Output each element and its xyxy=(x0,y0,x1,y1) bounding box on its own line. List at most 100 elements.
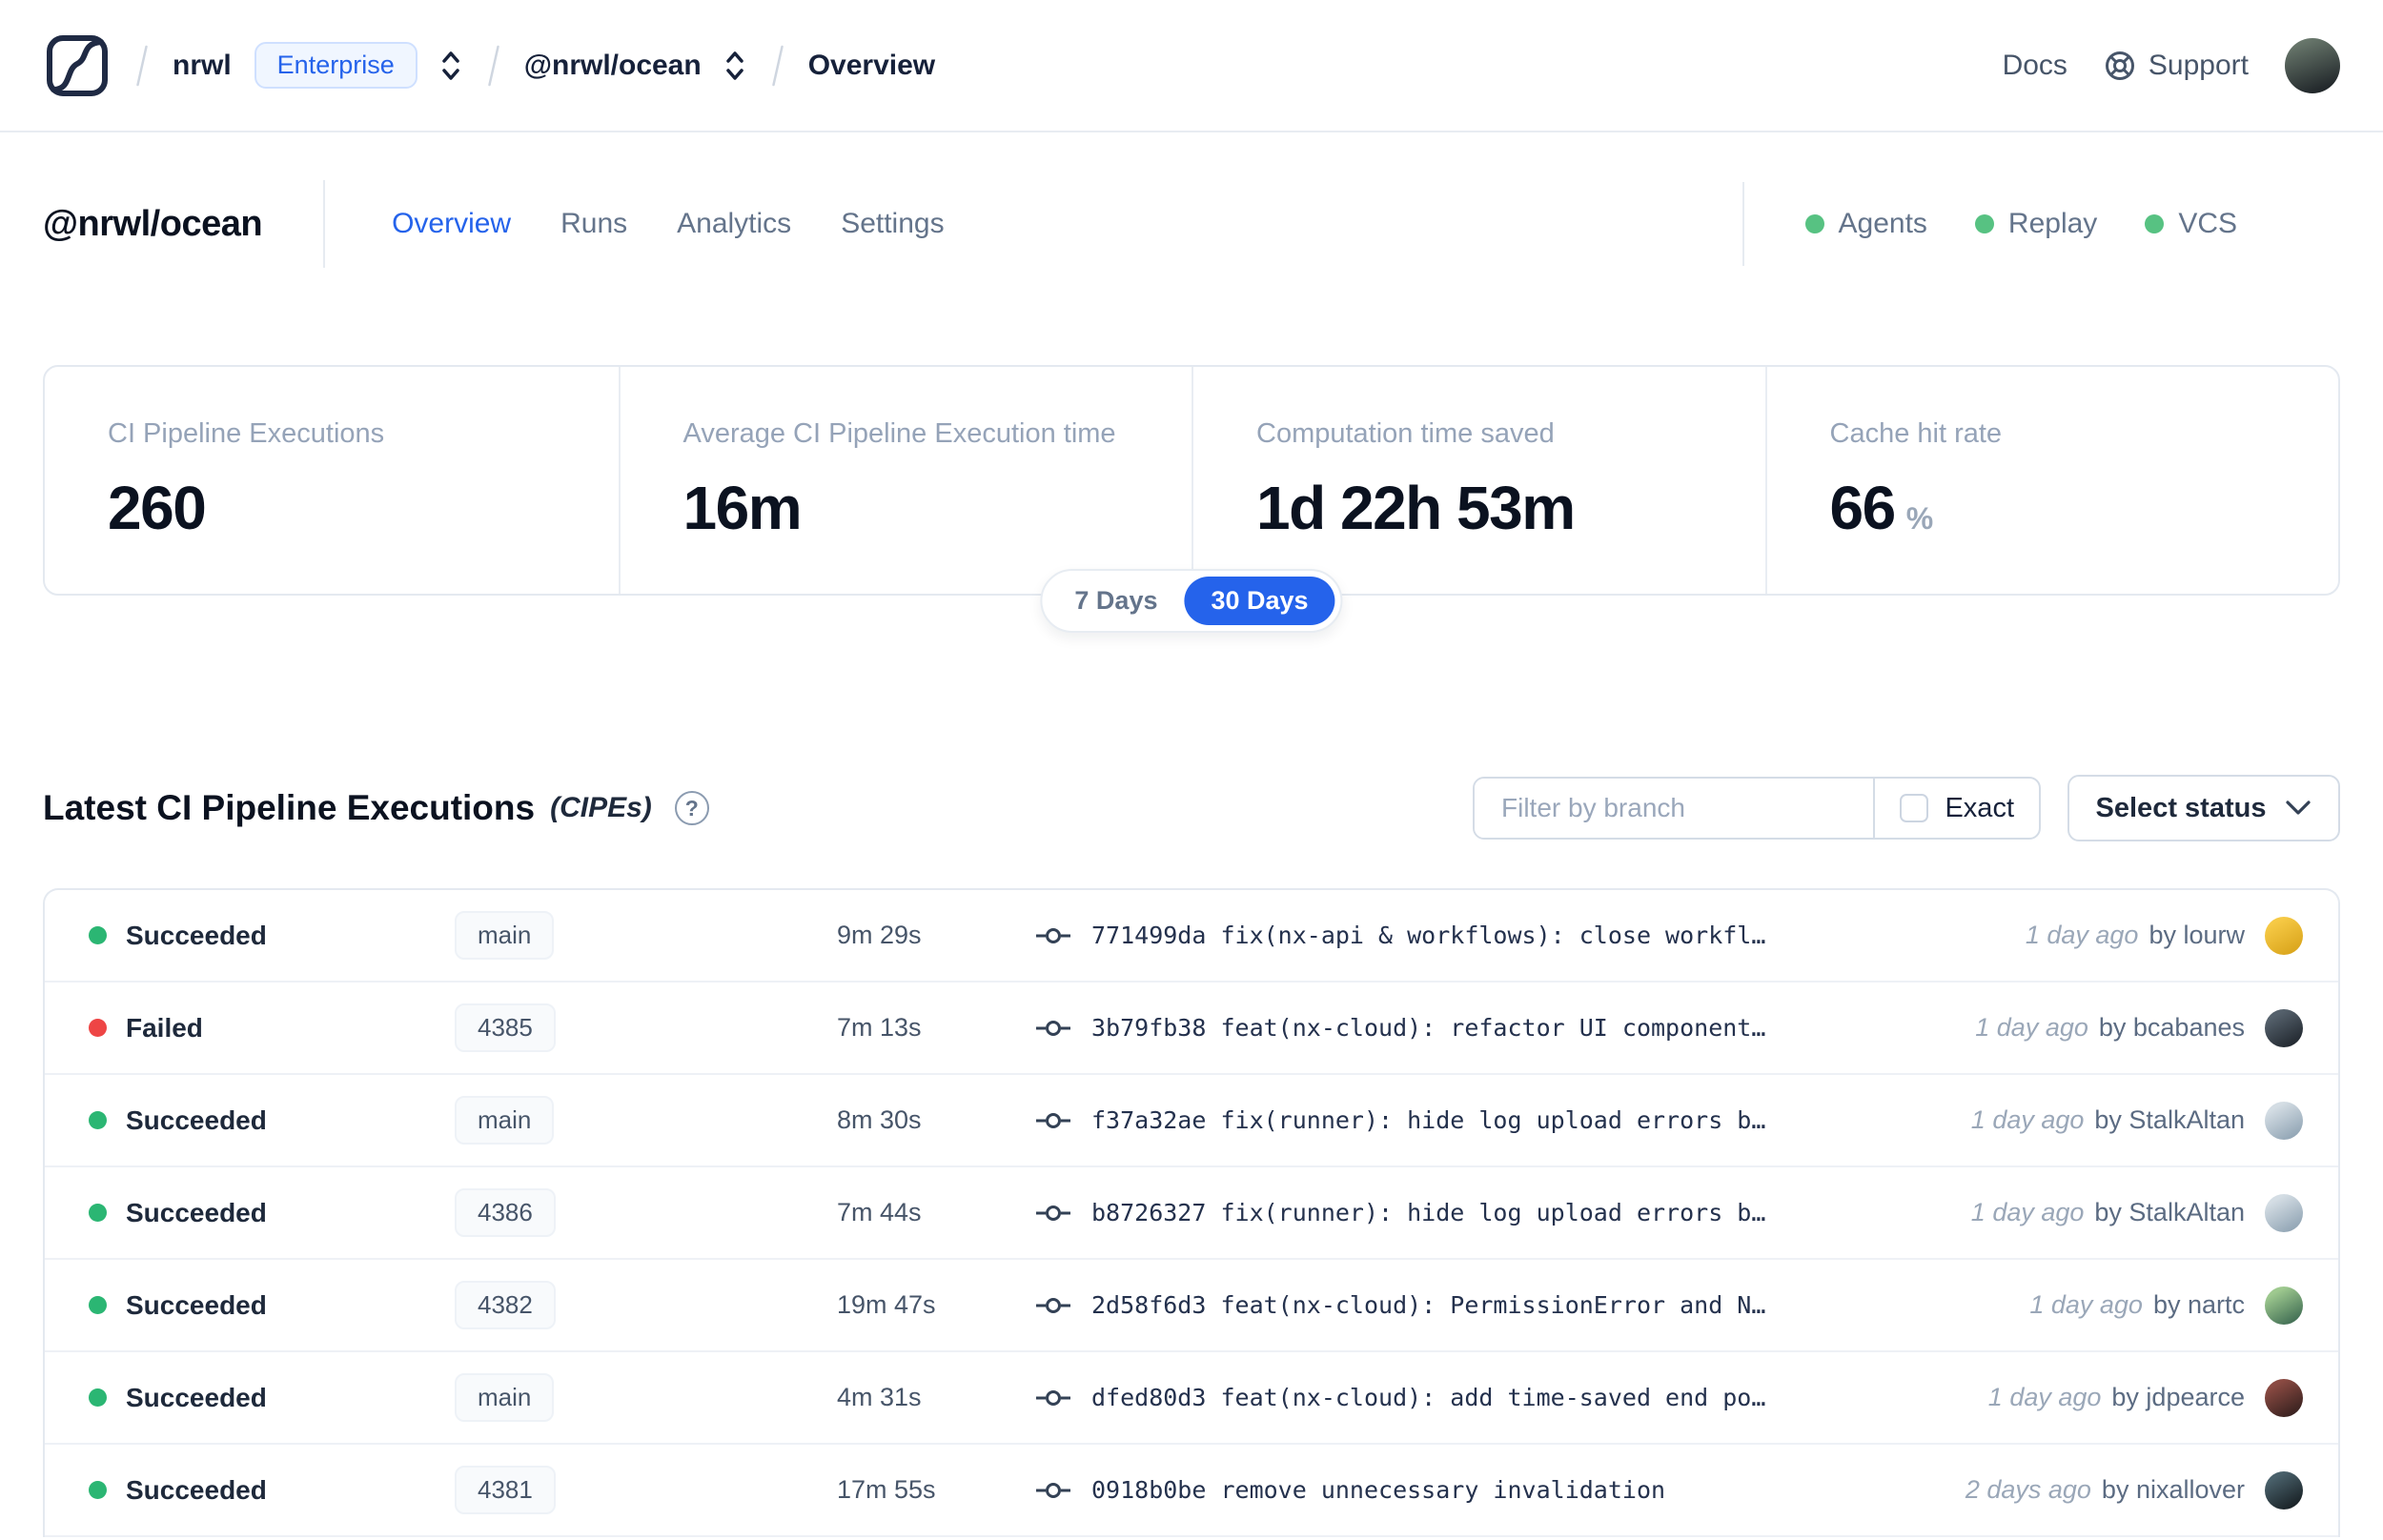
date-range-toggle: 7 Days 30 Days xyxy=(1040,569,1343,633)
stat-value: 66 xyxy=(1829,474,1897,542)
commit-message[interactable]: dfed80d3 feat(nx-cloud): add time-saved … xyxy=(1091,1384,1765,1411)
run-status-dot-icon xyxy=(89,926,107,944)
cipe-section-header: Latest CI Pipeline Executions (CIPEs) ? … xyxy=(43,775,2340,841)
status-select-button[interactable]: Select status xyxy=(2067,775,2340,841)
run-status-dot-icon xyxy=(89,1019,107,1037)
user-avatar[interactable] xyxy=(2285,37,2340,93)
status-pill[interactable]: Replay xyxy=(1974,208,2097,240)
run-duration: 19m 47s xyxy=(837,1290,936,1319)
nav-actions: Docs Support xyxy=(2003,37,2340,93)
run-duration: 17m 55s xyxy=(837,1475,936,1504)
breadcrumb-workspace[interactable]: @nrwl/ocean xyxy=(524,50,702,82)
run-status-dot-icon xyxy=(89,1204,107,1222)
status-dot-icon xyxy=(2145,214,2165,233)
author-avatar[interactable] xyxy=(2265,1378,2303,1417)
stat-card: Cache hit rate 66 % xyxy=(1764,367,2339,594)
author-avatar[interactable] xyxy=(2265,1101,2303,1140)
status-divider xyxy=(1741,182,1744,266)
run-author: by StalkAltan xyxy=(2094,1198,2245,1226)
range-option[interactable]: 30 Days xyxy=(1184,577,1335,625)
lifebuoy-icon xyxy=(2105,51,2134,80)
commit-message[interactable]: 0918b0be remove unnecessary invalidation xyxy=(1091,1476,1665,1504)
branch-badge[interactable]: 4381 xyxy=(455,1466,556,1514)
stat-value: 1d 22h 53m xyxy=(1256,474,1576,542)
branch-badge[interactable]: main xyxy=(455,1373,555,1422)
workspace-tab[interactable]: Analytics xyxy=(677,208,791,240)
git-commit-icon xyxy=(1036,1205,1070,1221)
run-author: by lourw xyxy=(2149,921,2245,949)
git-commit-icon xyxy=(1036,1112,1070,1128)
cipe-row[interactable]: Succeeded 4382 19m 47s 2d58f6d3 feat(nx-… xyxy=(45,1260,2338,1352)
run-status-dot-icon xyxy=(89,1296,107,1314)
commit-message[interactable]: f37a32ae fix(runner): hide log upload er… xyxy=(1091,1106,1765,1134)
commit-message[interactable]: 771499da fix(nx-api & workflows): close … xyxy=(1091,922,1765,949)
stat-card: Average CI Pipeline Execution time 16m xyxy=(618,367,1192,594)
cipe-row[interactable]: Succeeded 4381 17m 55s 0918b0be remove u… xyxy=(45,1445,2338,1537)
branch-badge[interactable]: main xyxy=(455,911,555,960)
integration-status: Agents Replay VCS xyxy=(1741,182,2340,266)
run-time: 1 day ago xyxy=(1970,1198,2085,1226)
run-time: 1 day ago xyxy=(1970,1105,2085,1134)
range-option[interactable]: 7 Days xyxy=(1048,577,1184,625)
cipe-row[interactable]: Failed 4385 7m 13s 3b79fb38 feat(nx-clou… xyxy=(45,983,2338,1075)
cipe-row[interactable]: Succeeded 4386 7m 44s b8726327 fix(runne… xyxy=(45,1167,2338,1260)
exact-checkbox[interactable] xyxy=(1900,794,1929,822)
cipe-row[interactable]: Succeeded main 4m 31s dfed80d3 feat(nx-c… xyxy=(45,1352,2338,1445)
run-time: 1 day ago xyxy=(1975,1013,2088,1042)
stat-suffix: % xyxy=(1905,501,1934,536)
breadcrumb-page: Overview xyxy=(807,49,936,81)
branch-badge[interactable]: 4382 xyxy=(455,1281,556,1329)
status-pill[interactable]: VCS xyxy=(2145,208,2237,240)
cipe-title: Latest CI Pipeline Executions xyxy=(43,788,536,827)
run-author: by StalkAltan xyxy=(2094,1105,2245,1134)
workspace-switcher-chevrons-icon[interactable] xyxy=(723,46,747,86)
breadcrumb-slash-icon xyxy=(770,44,785,88)
run-status-label: Succeeded xyxy=(126,1382,267,1412)
help-icon[interactable]: ? xyxy=(674,791,709,825)
author-avatar[interactable] xyxy=(2265,1008,2303,1047)
commit-message[interactable]: 2d58f6d3 feat(nx-cloud): PermissionError… xyxy=(1091,1291,1765,1319)
breadcrumb-org[interactable]: nrwl xyxy=(173,50,232,82)
workspace-tab[interactable]: Runs xyxy=(560,208,627,240)
run-author: by nixallover xyxy=(2101,1475,2245,1504)
docs-link[interactable]: Docs xyxy=(2003,50,2067,82)
run-status-dot-icon xyxy=(89,1388,107,1407)
run-time: 2 days ago xyxy=(1965,1475,2091,1504)
run-status-label: Failed xyxy=(126,1012,203,1043)
branch-badge[interactable]: 4386 xyxy=(455,1188,556,1237)
run-status-label: Succeeded xyxy=(126,1289,267,1320)
status-dot-icon xyxy=(1804,214,1824,233)
cipe-row[interactable]: Succeeded main 9m 29s 771499da fix(nx-ap… xyxy=(45,890,2338,983)
workspace-tab[interactable]: Settings xyxy=(841,208,944,240)
commit-message[interactable]: 3b79fb38 feat(nx-cloud): refactor UI com… xyxy=(1091,1014,1765,1042)
exact-label: Exact xyxy=(1945,792,2014,823)
org-switcher-chevrons-icon[interactable] xyxy=(438,46,463,86)
status-pill[interactable]: Agents xyxy=(1804,208,1927,240)
exact-filter: Exact xyxy=(1873,779,2039,838)
author-avatar[interactable] xyxy=(2265,916,2303,955)
commit-message[interactable]: b8726327 fix(runner): hide log upload er… xyxy=(1091,1199,1765,1226)
git-commit-icon xyxy=(1036,1482,1070,1498)
top-nav: nrwl Enterprise @nrwl/ocean Overview Doc… xyxy=(0,0,2383,132)
stat-value: 260 xyxy=(108,474,207,542)
support-link[interactable]: Support xyxy=(2104,50,2249,82)
breadcrumb: nrwl Enterprise @nrwl/ocean Overview xyxy=(43,31,935,100)
nx-cloud-logo-icon[interactable] xyxy=(43,31,112,100)
run-duration: 9m 29s xyxy=(837,921,922,949)
branch-badge[interactable]: 4385 xyxy=(455,1003,556,1052)
author-avatar[interactable] xyxy=(2265,1286,2303,1325)
run-status-label: Succeeded xyxy=(126,1197,267,1227)
workspace-tab[interactable]: Overview xyxy=(392,208,511,240)
cipe-row[interactable]: Succeeded main 8m 30s f37a32ae fix(runne… xyxy=(45,1075,2338,1167)
git-commit-icon xyxy=(1036,927,1070,943)
branch-badge[interactable]: main xyxy=(455,1096,555,1145)
breadcrumb-slash-icon xyxy=(134,44,150,88)
enterprise-badge: Enterprise xyxy=(254,42,418,89)
run-status-label: Succeeded xyxy=(126,1104,267,1135)
author-avatar[interactable] xyxy=(2265,1193,2303,1232)
branch-filter-input[interactable] xyxy=(1475,779,1874,838)
run-status-dot-icon xyxy=(89,1481,107,1499)
run-author: by nartc xyxy=(2152,1290,2245,1319)
stat-card: CI Pipeline Executions 260 xyxy=(108,418,385,542)
author-avatar[interactable] xyxy=(2265,1470,2303,1510)
